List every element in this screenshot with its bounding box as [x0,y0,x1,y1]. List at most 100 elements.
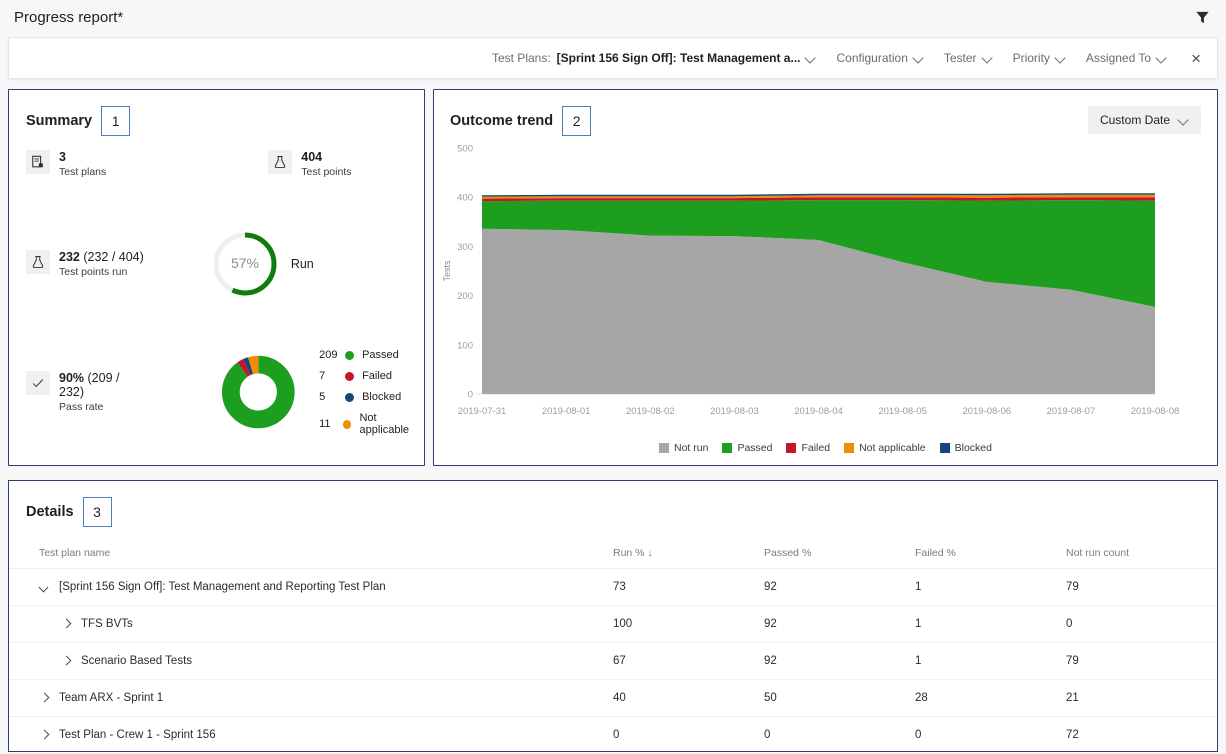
x-axis-tick: 2019-08-06 [962,406,1011,417]
details-column-header[interactable]: Run % ↓ [613,539,764,569]
details-column-label: Test plan name [39,547,111,559]
details-column-header[interactable]: Passed % [764,539,915,569]
test-plan-name: TFS BVTs [81,618,133,630]
donut-legend-label: Blocked [362,391,402,403]
summary-metric-row-3: 90% (209 / 232) Pass rate 209 Passed 7 Fail… [9,347,424,436]
metric-test-points-run-value: 232 (232 / 404) [59,250,144,264]
test-plan-name: Team ARX - Sprint 1 [59,692,164,704]
chevron-down-icon [914,53,924,63]
summary-header: Summary 1 [9,90,424,136]
custom-date-dropdown[interactable]: Custom Date [1087,106,1201,134]
chart-legend-item[interactable]: Not applicable [844,442,926,454]
table-row[interactable]: Team ARX - Sprint 1 40 50 28 21 [9,679,1217,717]
table-row[interactable]: Test Plan - Crew 1 - Sprint 156 0 0 0 72 [9,716,1217,754]
outcome-donut-chart [222,355,296,428]
app-header: Progress report* [0,0,1226,34]
metric-pass-rate-label: Pass rate [59,400,104,413]
y-axis-tick: 400 [457,193,473,204]
chart-legend-swatch [786,443,797,453]
outcome-trend-legend: Not run Passed Failed Not applicable Blocked [434,442,1217,454]
details-column-header[interactable]: Failed % [915,539,1066,569]
close-filters-icon[interactable]: × [1187,50,1205,67]
y-axis-tick: 100 [457,340,473,351]
donut-legend-count: 209 [319,349,338,361]
test-plan-cell: Test Plan - Crew 1 - Sprint 156 [39,729,613,741]
filter-priority[interactable]: Priority [1013,51,1066,65]
test-plan-icon [26,150,50,174]
cell-passed-percent: 50 [764,679,915,717]
chevron-down-icon [806,53,816,63]
details-column-label: Not run count [1066,547,1130,559]
chart-legend-item[interactable]: Not run [659,442,708,454]
table-row[interactable]: Scenario Based Tests 67 92 1 79 [9,642,1217,680]
donut-legend-count: 11 [319,418,331,430]
cell-run-percent: 73 [613,568,764,606]
cell-run-percent: 40 [613,679,764,717]
table-row[interactable]: TFS BVTs 100 92 1 0 [9,605,1217,643]
filter-bar: Test Plans: [Sprint 156 Sign Off]: Test … [8,37,1218,79]
outcome-donut-group: 209 Passed 7 Failed 5 Blocked 11 Not applicable [222,347,424,436]
filter-tester[interactable]: Tester [944,51,993,65]
chevron-right-icon[interactable] [61,619,72,630]
y-axis-tick: 500 [457,144,473,155]
filter-test-plans-label: Test Plans: [491,51,551,65]
chart-legend-item[interactable]: Passed [722,442,772,454]
donut-legend-label: Not applicable [359,412,410,436]
filter-funnel-icon[interactable] [1192,7,1212,27]
details-column-label: Failed % [915,547,956,559]
cell-passed-percent: 0 [764,716,915,754]
progress-report-page: Progress report* Test Plans: [Sprint 156… [0,0,1226,754]
metric-test-plans-value: 3 [59,150,66,164]
cell-passed-percent: 92 [764,605,915,643]
chevron-down-icon [1157,53,1167,63]
chart-legend-item[interactable]: Blocked [939,442,992,454]
x-axis-tick: 2019-08-03 [710,406,759,417]
cell-run-percent: 67 [613,642,764,680]
donut-legend-count: 5 [319,391,326,403]
details-column-header[interactable]: Test plan name [9,539,613,569]
chart-legend-item[interactable]: Failed [786,442,830,454]
checkmark-icon [26,370,50,395]
filter-assigned-to[interactable]: Assigned To [1086,51,1167,65]
filter-tester-label: Tester [943,51,977,65]
y-axis-tick: 200 [457,291,473,302]
run-gauge-group: 57% Run [209,228,314,300]
chart-legend-label: Not run [674,442,709,454]
donut-legend-item: 209 Passed [319,349,424,361]
table-row[interactable]: [Sprint 156 Sign Off]: Test Management a… [9,568,1217,606]
summary-panel: Summary 1 3 Test plans 404 Test points 2… [8,89,425,466]
custom-date-label: Custom Date [1099,113,1170,127]
metric-test-plans-label: Test plans [59,166,107,178]
outcome-trend-chart-area: 0 100 200 300 400 500 Tests 2019-07-31 2019-08-0… [434,140,1217,440]
page-title: Progress report* [14,8,124,26]
filter-test-plans[interactable]: Test Plans: [Sprint 156 Sign Off]: Test … [492,51,817,65]
y-axis-tick: 0 [468,390,473,401]
details-table: Test plan name Run % ↓ Passed % Failed % Not … [9,539,1217,754]
metric-test-points-label: Test points [301,166,352,178]
chevron-right-icon[interactable] [39,730,50,741]
test-plan-cell: Team ARX - Sprint 1 [39,692,613,704]
chevron-right-icon[interactable] [61,656,72,667]
filter-configuration[interactable]: Configuration [836,51,923,65]
chevron-down-icon [983,53,993,63]
donut-legend-count: 7 [319,370,326,382]
chart-legend-swatch [722,443,733,453]
chart-legend-label: Blocked [954,442,992,454]
run-gauge: 57% [213,232,277,296]
chevron-right-icon[interactable] [39,693,50,704]
cell-not-run-count: 0 [1066,605,1217,643]
cell-not-run-count: 79 [1066,642,1217,680]
x-axis-tick: 2019-07-31 [458,406,507,417]
summary-metrics: 3 Test plans 404 Test points 232 (232 / … [9,136,424,436]
x-axis-tick: 2019-08-01 [542,406,591,417]
cell-passed-percent: 92 [764,642,915,680]
details-column-header[interactable]: Not run count [1066,539,1217,569]
metric-pass-rate: 90% (209 / 232) Pass rate [26,370,140,413]
details-column-label: Passed % [764,547,812,559]
donut-legend-dot [345,350,355,360]
details-column-label: Run % [613,547,645,559]
chevron-down-icon[interactable] [39,582,50,593]
outcome-trend-panel: Outcome trend 2 Custom Date 0 100 200 300 40… [433,89,1218,466]
cell-passed-percent: 92 [764,568,915,606]
summary-badge: 1 [101,106,131,136]
